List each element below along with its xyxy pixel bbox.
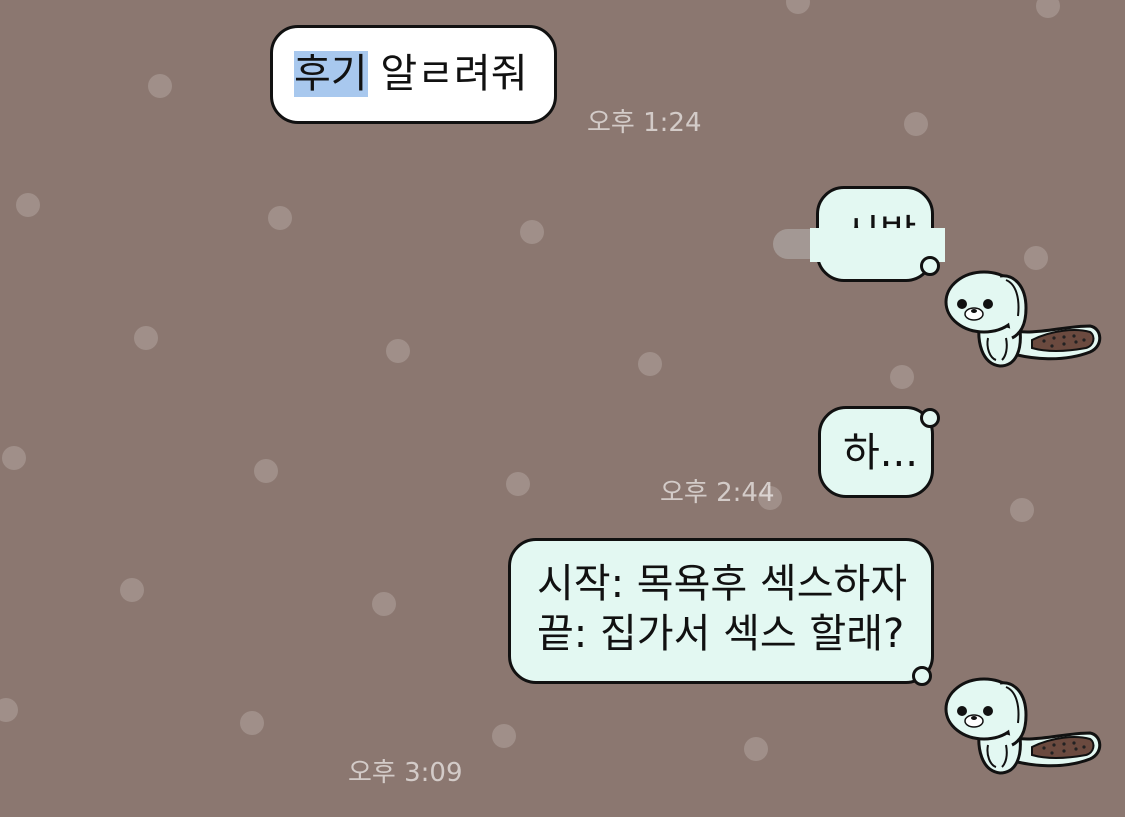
message-timestamp: 오후 1:24: [587, 108, 702, 138]
background-dot: [120, 578, 144, 602]
background-dot: [2, 446, 26, 470]
background-dot: [0, 698, 18, 722]
background-dot: [16, 193, 40, 217]
background-dot: [890, 365, 914, 389]
background-dot: [372, 592, 396, 616]
background-dot: [904, 112, 928, 136]
bubble-tail: [920, 256, 940, 276]
outgoing-message-bubble[interactable]: 하...: [818, 406, 934, 498]
outgoing-message-bubble[interactable]: 시작: 목욕후 섹스하자 끝: 집가서 섹스 할래?: [508, 538, 934, 684]
bubble-tail: [920, 408, 940, 428]
incoming-message-bubble[interactable]: 후기 알ㄹ려줘: [270, 25, 557, 124]
message-text: 알ㄹ려줘: [367, 51, 528, 97]
message-timestamp: 오후 2:44: [660, 478, 775, 508]
chat-area[interactable]: 후기 알ㄹ려줘 오후 1:24 시발 하... 오후 2:44: [0, 0, 1125, 817]
background-dot: [254, 459, 278, 483]
background-dot: [786, 0, 810, 14]
background-dot: [744, 737, 768, 761]
background-dot: [492, 724, 516, 748]
selected-text[interactable]: 후기: [294, 51, 368, 97]
message-line-1: 시작: 목욕후 섹스하자: [537, 561, 908, 607]
background-dot: [638, 352, 662, 376]
message-line-2: 끝: 집가서 섹스 할래?: [537, 611, 905, 657]
background-dot: [1036, 0, 1060, 18]
message-timestamp: 오후 3:09: [348, 758, 463, 788]
background-dot: [386, 339, 410, 363]
bubble-tail: [912, 666, 932, 686]
background-dot: [148, 74, 172, 98]
background-dot: [506, 472, 530, 496]
message-text: 하...: [843, 430, 918, 476]
seal-sticker-icon: [944, 270, 1102, 368]
background-dot: [520, 220, 544, 244]
background-dot: [240, 711, 264, 735]
background-dot: [1010, 498, 1034, 522]
background-dot: [1024, 246, 1048, 270]
background-dot: [268, 206, 292, 230]
seal-sticker-icon: [944, 677, 1102, 775]
background-dot: [134, 326, 158, 350]
